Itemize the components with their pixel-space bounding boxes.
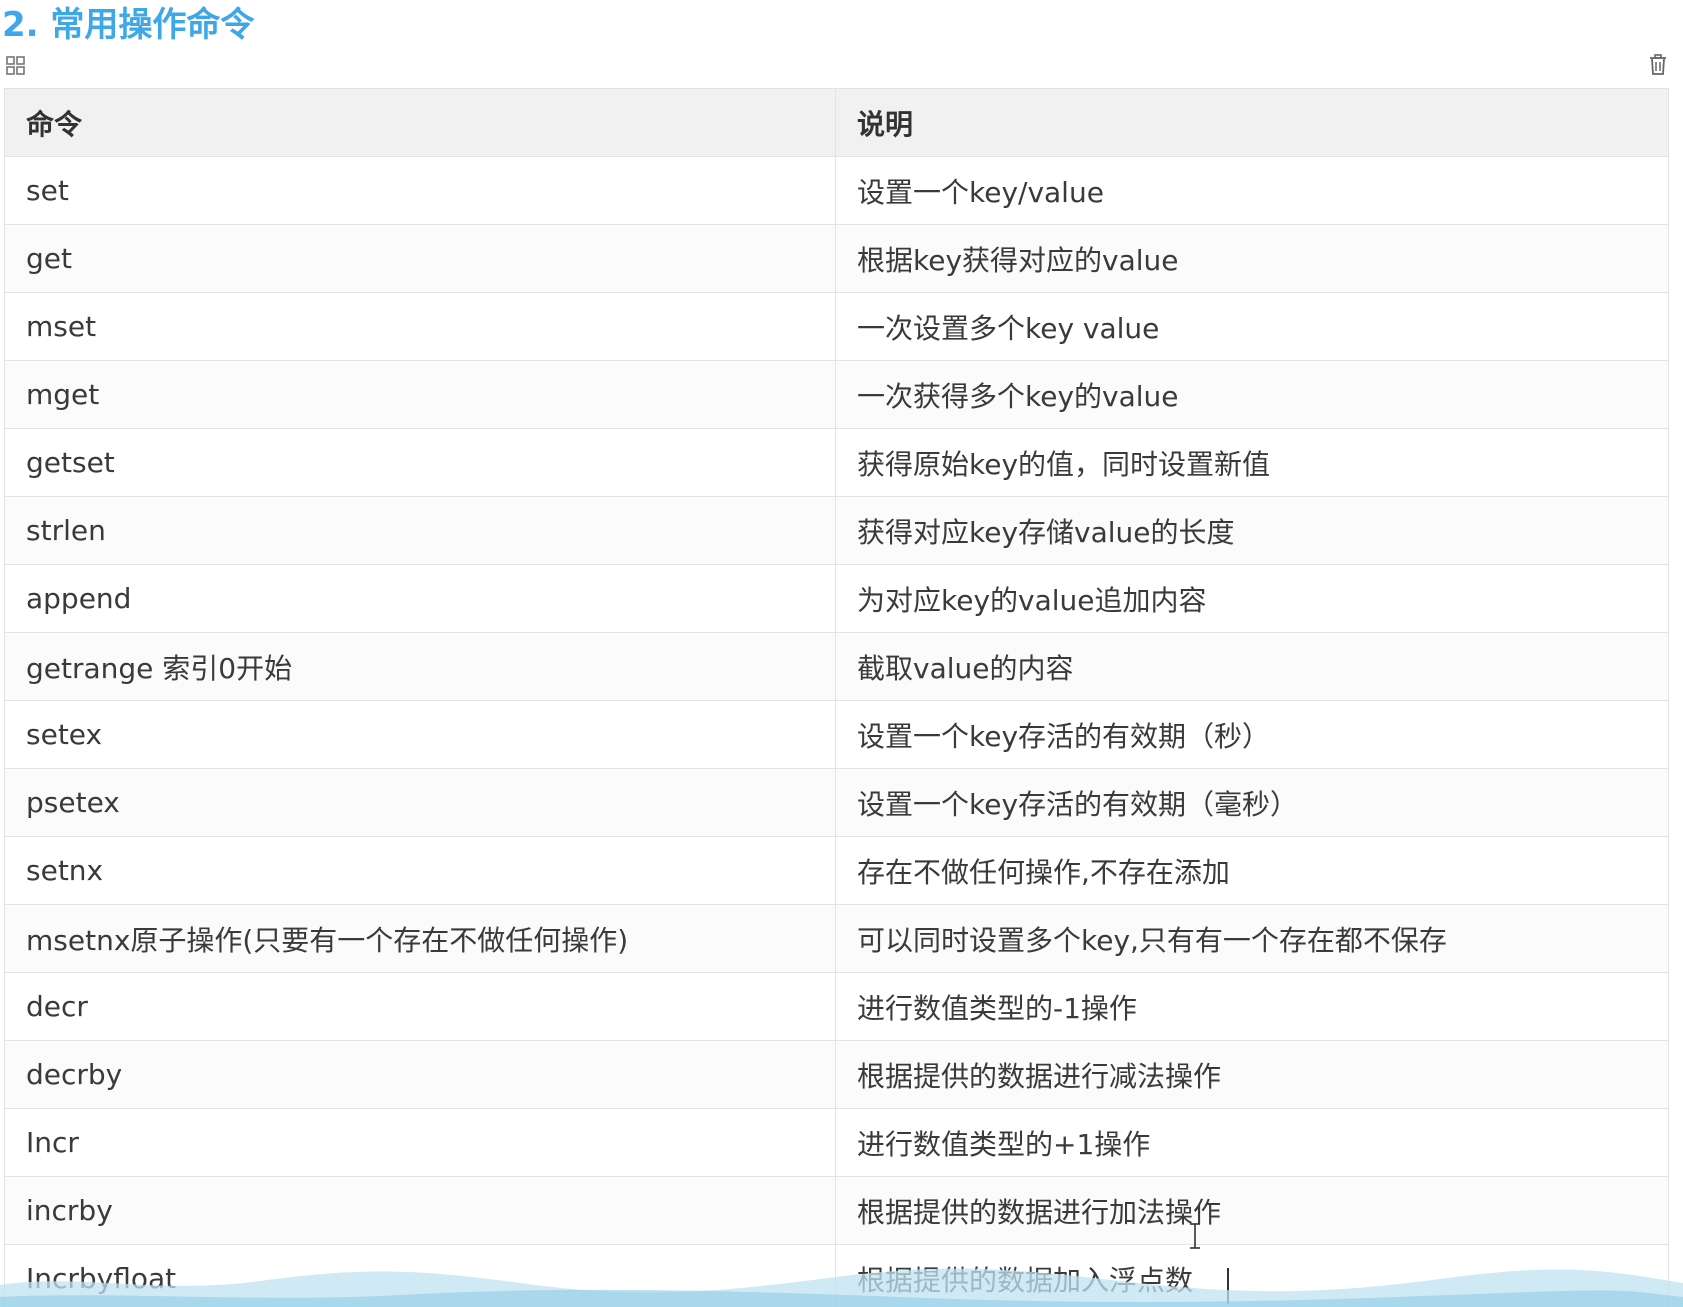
command-table: 命令 说明 set 设置一个key/value get 根据key获得对应的va… — [4, 88, 1669, 1307]
description-cell[interactable]: 进行数值类型的+1操作 — [835, 1108, 1669, 1177]
table-row: incrby 根据提供的数据进行加法操作 — [4, 1176, 1669, 1245]
description-cell[interactable]: 根据提供的数据进行加法操作 — [835, 1176, 1669, 1245]
command-cell[interactable]: append — [4, 564, 836, 633]
command-cell[interactable]: psetex — [4, 768, 836, 837]
table-row: set 设置一个key/value — [4, 156, 1669, 225]
table-row: setnx 存在不做任何操作,不存在添加 — [4, 836, 1669, 905]
table-row: Incr 进行数值类型的+1操作 — [4, 1108, 1669, 1177]
command-cell[interactable]: decr — [4, 972, 836, 1041]
description-cell[interactable]: 截取value的内容 — [835, 632, 1669, 701]
command-cell[interactable]: decrby — [4, 1040, 836, 1109]
command-cell[interactable]: get — [4, 224, 836, 293]
description-cell[interactable]: 为对应key的value追加内容 — [835, 564, 1669, 633]
command-cell[interactable]: setex — [4, 700, 836, 769]
text-cursor-icon — [1190, 1223, 1200, 1249]
table-row: decrby 根据提供的数据进行减法操作 — [4, 1040, 1669, 1109]
command-cell[interactable]: setnx — [4, 836, 836, 905]
description-cell[interactable]: 进行数值类型的-1操作 — [835, 972, 1669, 1041]
description-cell[interactable]: 一次获得多个key的value — [835, 360, 1669, 429]
table-row: mset 一次设置多个key value — [4, 292, 1669, 361]
table-row: setex 设置一个key存活的有效期（秒） — [4, 700, 1669, 769]
trash-icon[interactable] — [1648, 54, 1668, 76]
command-cell[interactable]: Incrbyfloat — [4, 1244, 836, 1307]
description-cell[interactable]: 根据提供的数据进行减法操作 — [835, 1040, 1669, 1109]
description-cell[interactable]: 根据提供的数据加入浮点数 — [835, 1244, 1669, 1307]
description-cell[interactable]: 存在不做任何操作,不存在添加 — [835, 836, 1669, 905]
description-cell[interactable]: 根据key获得对应的value — [835, 224, 1669, 293]
command-cell[interactable]: getrange 索引0开始 — [4, 632, 836, 701]
text-caret — [1227, 1268, 1229, 1304]
description-cell[interactable]: 获得对应key存储value的长度 — [835, 496, 1669, 565]
header-command[interactable]: 命令 — [4, 88, 836, 157]
page: 2. 常用操作命令 命令 说明 set 设置一个key/value get 根据… — [0, 0, 1683, 1307]
command-cell[interactable]: strlen — [4, 496, 836, 565]
command-cell[interactable]: mget — [4, 360, 836, 429]
table-row: psetex 设置一个key存活的有效期（毫秒） — [4, 768, 1669, 837]
table-header-row: 命令 说明 — [4, 88, 1669, 157]
command-cell[interactable]: Incr — [4, 1108, 836, 1177]
description-cell[interactable]: 设置一个key存活的有效期（毫秒） — [835, 768, 1669, 837]
table-row: msetnx原子操作(只要有一个存在不做任何操作) 可以同时设置多个key,只有… — [4, 904, 1669, 973]
description-cell[interactable]: 可以同时设置多个key,只有有一个存在都不保存 — [835, 904, 1669, 973]
table-row: append 为对应key的value追加内容 — [4, 564, 1669, 633]
table-row: mget 一次获得多个key的value — [4, 360, 1669, 429]
command-table-wrapper: 命令 说明 set 设置一个key/value get 根据key获得对应的va… — [4, 88, 1669, 1307]
command-cell[interactable]: set — [4, 156, 836, 225]
table-row: getset 获得原始key的值，同时设置新值 — [4, 428, 1669, 497]
table-row: Incrbyfloat 根据提供的数据加入浮点数 — [4, 1244, 1669, 1307]
table-row: getrange 索引0开始 截取value的内容 — [4, 632, 1669, 701]
command-cell[interactable]: getset — [4, 428, 836, 497]
section-heading: 2. 常用操作命令 — [2, 5, 255, 45]
command-cell[interactable]: msetnx原子操作(只要有一个存在不做任何操作) — [4, 904, 836, 973]
grid-view-icon[interactable] — [6, 56, 25, 75]
command-cell[interactable]: incrby — [4, 1176, 836, 1245]
description-cell[interactable]: 设置一个key存活的有效期（秒） — [835, 700, 1669, 769]
table-row: decr 进行数值类型的-1操作 — [4, 972, 1669, 1041]
command-cell[interactable]: mset — [4, 292, 836, 361]
table-row: strlen 获得对应key存储value的长度 — [4, 496, 1669, 565]
description-cell[interactable]: 获得原始key的值，同时设置新值 — [835, 428, 1669, 497]
header-description[interactable]: 说明 — [835, 88, 1669, 157]
table-row: get 根据key获得对应的value — [4, 224, 1669, 293]
description-cell[interactable]: 一次设置多个key value — [835, 292, 1669, 361]
description-cell[interactable]: 设置一个key/value — [835, 156, 1669, 225]
